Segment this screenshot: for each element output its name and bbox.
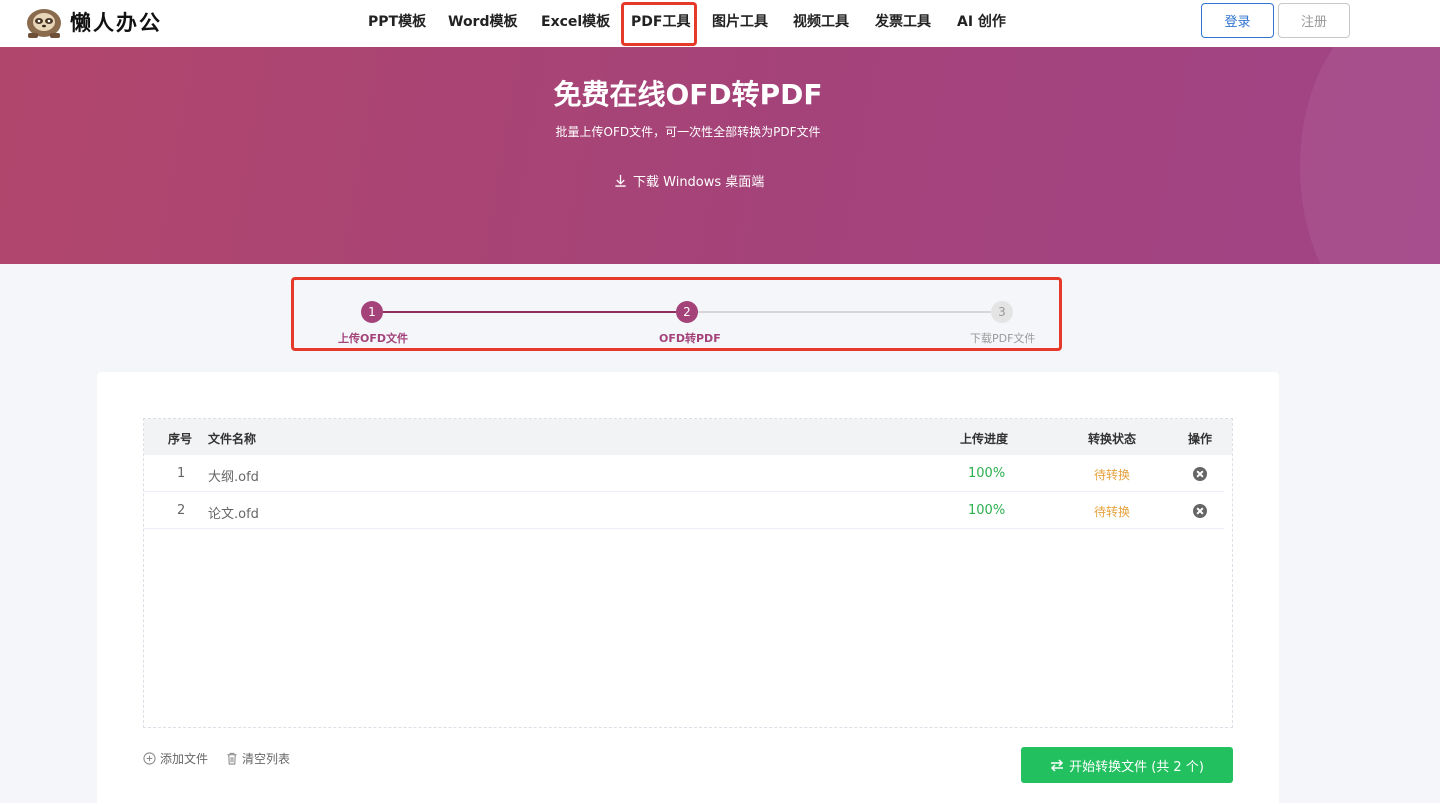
header-upload-progress: 上传进度	[960, 432, 1009, 446]
nav-ai-create[interactable]: AI 创作	[957, 11, 1006, 31]
active-nav-highlight	[621, 2, 697, 46]
remove-file-icon[interactable]	[1193, 467, 1207, 481]
header-action: 操作	[1188, 432, 1213, 446]
header-filename: 文件名称	[208, 432, 257, 446]
download-icon	[615, 174, 626, 187]
row-status: 待转换	[1094, 505, 1131, 519]
remove-file-icon[interactable]	[1193, 504, 1207, 518]
brand-name: 懒人办公	[70, 11, 162, 35]
row-index: 2	[177, 503, 186, 518]
row-progress: 100%	[968, 466, 1006, 481]
nav-excel-templates[interactable]: Excel模板	[541, 11, 610, 31]
table-row: 1 大纲.ofd 100% 待转换	[144, 455, 1224, 492]
download-desktop-label: 下载 Windows 桌面端	[633, 175, 765, 190]
nav-word-templates[interactable]: Word模板	[448, 11, 518, 31]
add-file-label: 添加文件	[160, 752, 209, 766]
top-header: 懒人办公 PPT模板 Word模板 Excel模板 PDF工具 图片工具 视频工…	[0, 0, 1440, 47]
header-convert-status: 转换状态	[1088, 432, 1137, 446]
nav-ppt-templates[interactable]: PPT模板	[368, 11, 426, 31]
page-title: 免费在线OFD转PDF	[553, 78, 823, 111]
clear-list-label: 清空列表	[242, 752, 291, 766]
sloth-icon	[27, 9, 61, 38]
page-subtitle: 批量上传OFD文件，可一次性全部转换为PDF文件	[555, 125, 821, 139]
steps-highlight-box	[291, 277, 1062, 351]
table-header: 序号 文件名称 上传进度 转换状态 操作	[144, 419, 1232, 455]
brand-logo[interactable]: 懒人办公	[24, 4, 162, 40]
nav-video-tools[interactable]: 视频工具	[793, 11, 849, 31]
swap-arrows-icon	[1051, 758, 1064, 772]
start-convert-button[interactable]: 开始转换文件 (共 2 个)	[1021, 747, 1233, 783]
row-progress: 100%	[968, 503, 1006, 518]
add-circle-icon	[143, 752, 156, 765]
start-convert-label: 开始转换文件 (共 2 个)	[1069, 759, 1204, 775]
nav-image-tools[interactable]: 图片工具	[712, 11, 768, 31]
row-status: 待转换	[1094, 468, 1131, 482]
header-index: 序号	[168, 432, 193, 446]
nav-invoice-tools[interactable]: 发票工具	[875, 11, 931, 31]
row-index: 1	[177, 466, 186, 481]
row-filename: 大纲.ofd	[208, 470, 259, 485]
clear-list-button[interactable]: 清空列表	[226, 750, 290, 767]
download-desktop-link[interactable]: 下载 Windows 桌面端	[614, 171, 764, 190]
login-button[interactable]: 登录	[1201, 3, 1274, 38]
table-row: 2 论文.ofd 100% 待转换	[144, 492, 1224, 529]
trash-icon	[227, 752, 237, 765]
hero-banner: 免费在线OFD转PDF 批量上传OFD文件，可一次性全部转换为PDF文件 下载 …	[0, 47, 1440, 264]
row-filename: 论文.ofd	[208, 507, 259, 522]
add-file-button[interactable]: 添加文件	[143, 750, 208, 767]
file-table[interactable]: 序号 文件名称 上传进度 转换状态 操作 1 大纲.ofd 100% 待转换 2…	[143, 418, 1233, 728]
register-button[interactable]: 注册	[1278, 3, 1350, 38]
